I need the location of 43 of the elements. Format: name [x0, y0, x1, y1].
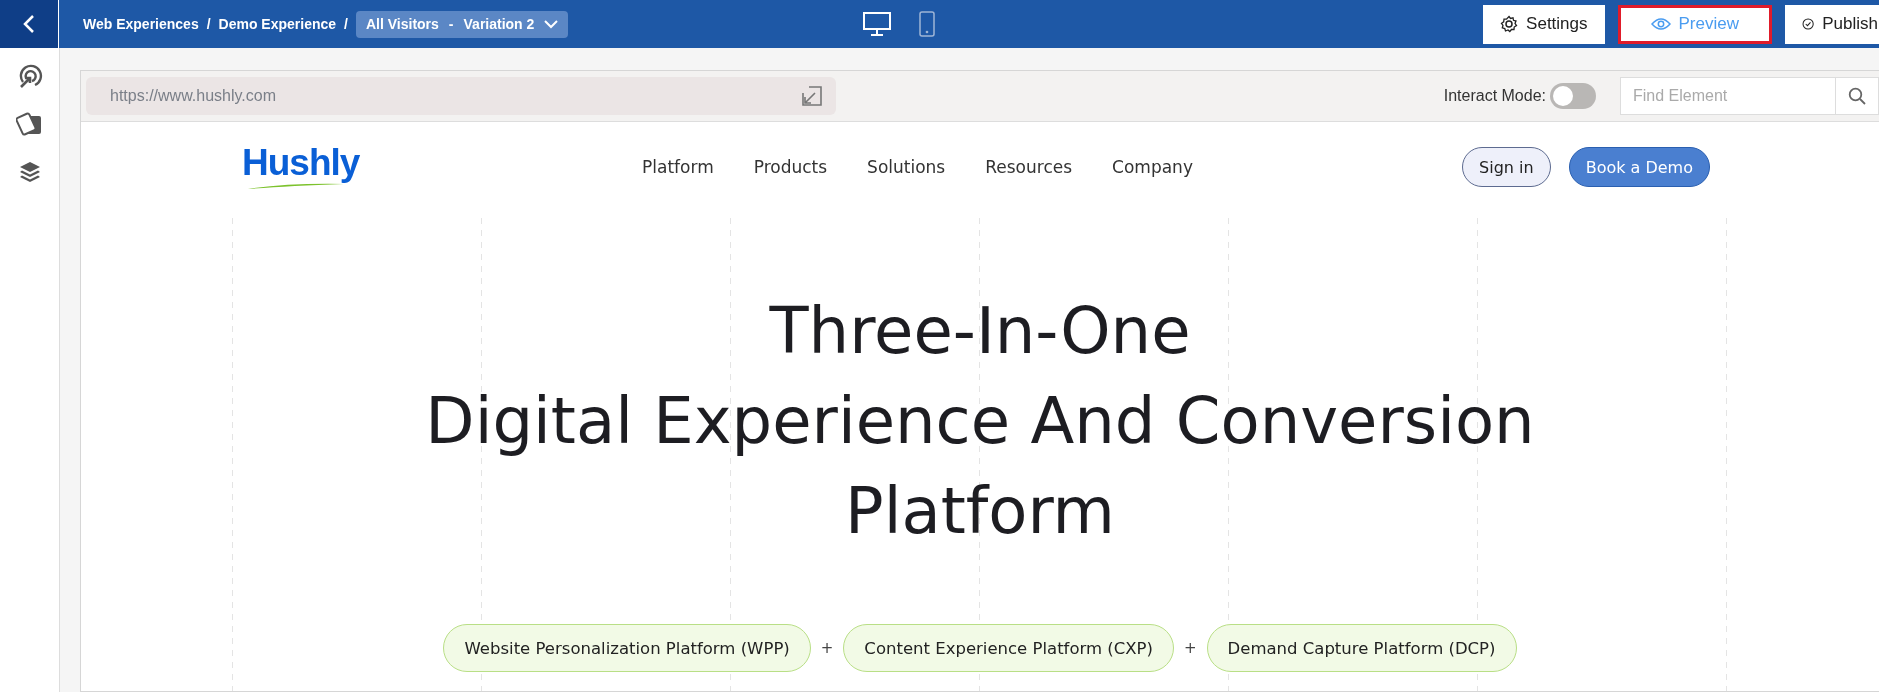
plus-sign: +	[1183, 639, 1197, 657]
chevron-left-icon	[23, 14, 35, 34]
nav-link[interactable]: Platform	[642, 157, 714, 177]
monitor-icon	[863, 12, 891, 36]
nav-link[interactable]: Resources	[985, 157, 1073, 177]
book-demo-button[interactable]: Book a Demo	[1568, 147, 1710, 187]
search-icon	[1848, 87, 1866, 105]
publish-button[interactable]: Publish	[1785, 4, 1879, 44]
back-button[interactable]	[0, 0, 59, 48]
hero-heading-line: Digital Experience And Conversion	[425, 383, 1535, 460]
check-circle-icon	[1802, 15, 1815, 33]
platform-tag: Website Personalization Platform (WPP)	[443, 624, 811, 672]
platform-tag: Content Experience Platform (CXP)	[843, 624, 1174, 672]
cards-icon	[15, 112, 44, 138]
nav-link[interactable]: Company	[1112, 157, 1193, 177]
mobile-view-button[interactable]	[919, 11, 935, 37]
caret-icon	[544, 19, 559, 29]
open-link-button[interactable]	[802, 86, 822, 106]
search-button[interactable]	[1835, 77, 1879, 115]
variation-dropdown[interactable]: All Visitors - Variation 2	[355, 10, 569, 38]
hero-heading-line: Three-In-One	[769, 293, 1191, 370]
hero-heading-line: Platform	[845, 473, 1115, 550]
breadcrumb-separator: /	[344, 16, 348, 32]
phone-icon	[919, 11, 935, 37]
find-element-field[interactable]: Find Element	[1620, 77, 1835, 115]
breadcrumb-link[interactable]: Demo Experience	[218, 16, 337, 32]
cards-button[interactable]	[15, 112, 44, 138]
breadcrumb-link[interactable]: Web Experiences	[83, 16, 199, 32]
desktop-view-button[interactable]	[863, 12, 891, 36]
interact-mode-toggle[interactable]	[1550, 83, 1596, 109]
platform-tag: Demand Capture Platform (DCP)	[1206, 624, 1517, 672]
gear-icon	[1500, 15, 1519, 33]
eye-icon	[1650, 17, 1671, 31]
nav-link[interactable]: Products	[753, 157, 828, 177]
open-link-icon	[802, 86, 822, 106]
settings-button[interactable]: Settings	[1483, 4, 1605, 44]
breadcrumb-separator: /	[206, 16, 211, 32]
plus-sign: +	[820, 639, 834, 657]
url-text: https://www.hushly.com	[110, 87, 276, 105]
nav-link[interactable]: Solutions	[867, 157, 946, 177]
logo-text: Hushly	[242, 144, 360, 182]
interact-mode-label: Interact Mode:	[1443, 87, 1546, 105]
sign-in-button[interactable]: Sign in	[1462, 147, 1551, 187]
